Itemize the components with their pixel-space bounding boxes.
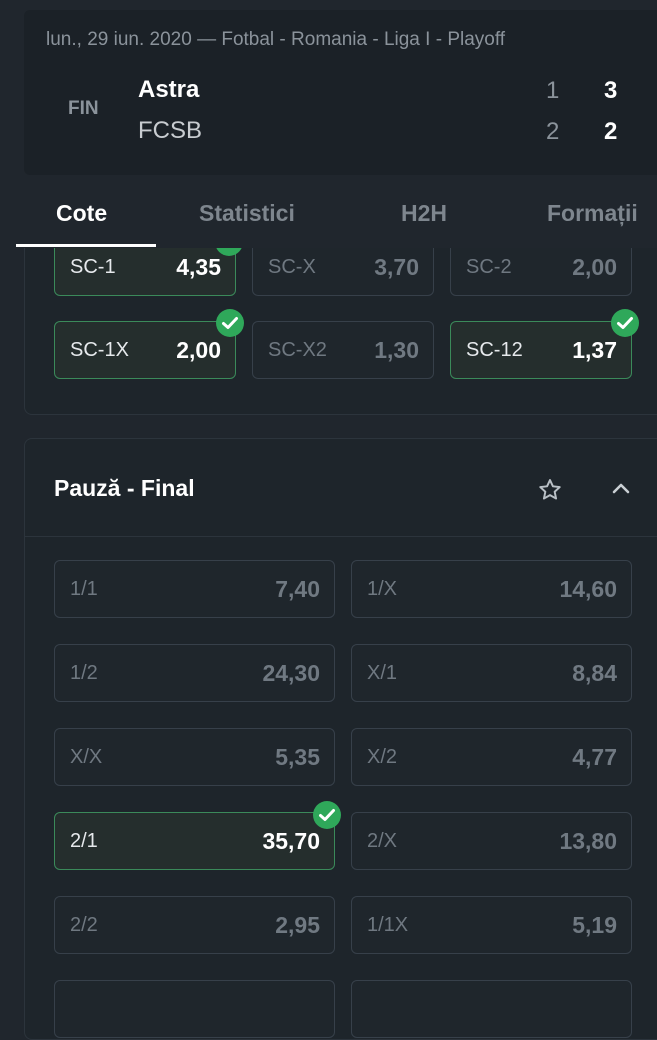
odd-value: 13,80 <box>559 828 617 854</box>
market-panel-sansa-dubla: SC-1 4,35 SC-X 3,70 SC-2 2,00 SC-1X 2,00… <box>24 248 657 415</box>
odd-label: SC-X2 <box>268 339 327 361</box>
market-title: Pauză - Final <box>54 475 195 501</box>
odd-button[interactable]: 2/1 35,70 <box>54 812 335 870</box>
odd-value: 1,30 <box>374 337 419 363</box>
odd-button[interactable]: SC-X2 1,30 <box>252 321 434 379</box>
odd-button[interactable]: 1/2 24,30 <box>54 644 335 702</box>
odd-value: 14,60 <box>559 576 617 602</box>
odd-value: 35,70 <box>262 828 320 854</box>
odd-button[interactable]: 2/X 13,80 <box>351 812 632 870</box>
tab-h2h[interactable]: H2H <box>401 200 447 227</box>
odd-button[interactable]: SC-1X 2,00 <box>54 321 236 379</box>
odd-button[interactable] <box>351 980 632 1038</box>
odd-label: 2/X <box>367 830 398 852</box>
odd-value: 1,37 <box>572 337 617 363</box>
odd-value: 3,70 <box>374 254 419 280</box>
market-header[interactable]: Pauză - Final <box>25 439 657 537</box>
odd-label: 2/2 <box>70 914 98 936</box>
star-icon[interactable] <box>537 477 563 503</box>
odd-label: X/X <box>70 746 103 768</box>
home-final-score: 3 <box>604 77 618 104</box>
market-panel-pauza-final: Pauză - Final 1/1 7,40 1/X 14,60 1/2 24,… <box>24 438 657 1040</box>
odd-label: SC-1 <box>70 256 116 278</box>
odd-button[interactable]: SC-2 2,00 <box>450 248 632 296</box>
odd-label: X/1 <box>367 662 398 684</box>
odd-label: 1/X <box>367 578 398 600</box>
odd-value: 5,35 <box>275 744 320 770</box>
home-team-name: Astra <box>138 76 200 103</box>
odd-value: 8,84 <box>572 660 617 686</box>
home-halftime-score: 1 <box>546 77 560 104</box>
odd-button[interactable]: X/X 5,35 <box>54 728 335 786</box>
odd-button[interactable]: SC-X 3,70 <box>252 248 434 296</box>
odd-button[interactable]: X/1 8,84 <box>351 644 632 702</box>
odd-value: 24,30 <box>262 660 320 686</box>
tab-bar: Cote Statistici H2H Formații <box>16 188 657 248</box>
odd-value: 7,40 <box>275 576 320 602</box>
odd-value: 2,00 <box>572 254 617 280</box>
check-icon <box>611 309 639 337</box>
odd-label: X/2 <box>367 746 398 768</box>
match-meta: lun., 29 iun. 2020 — Fotbal - Romania - … <box>46 29 506 50</box>
away-final-score: 2 <box>604 118 618 145</box>
odd-label: SC-2 <box>466 256 512 278</box>
chevron-up-icon[interactable] <box>609 477 633 501</box>
odd-label: 1/2 <box>70 662 98 684</box>
odd-label: SC-X <box>268 256 316 278</box>
odd-button[interactable]: 1/1 7,40 <box>54 560 335 618</box>
odd-button[interactable]: 1/1X 5,19 <box>351 896 632 954</box>
odd-button[interactable]: 2/2 2,95 <box>54 896 335 954</box>
odd-value: 4,77 <box>572 744 617 770</box>
odd-label: 2/1 <box>70 830 98 852</box>
match-status: FIN <box>68 98 99 119</box>
odd-value: 2,00 <box>176 337 221 363</box>
odd-label: 1/1 <box>70 578 98 600</box>
odd-label: SC-12 <box>466 339 523 361</box>
tab-statistici[interactable]: Statistici <box>199 200 295 227</box>
tab-cote[interactable]: Cote <box>56 200 107 227</box>
odd-value: 5,19 <box>572 912 617 938</box>
match-header: lun., 29 iun. 2020 — Fotbal - Romania - … <box>24 10 657 175</box>
away-team-name: FCSB <box>138 117 203 144</box>
odd-label: SC-1X <box>70 339 129 361</box>
odd-value: 2,95 <box>275 912 320 938</box>
odd-button[interactable]: X/2 4,77 <box>351 728 632 786</box>
odd-button[interactable]: SC-1 4,35 <box>54 248 236 296</box>
away-halftime-score: 2 <box>546 118 560 145</box>
active-tab-indicator <box>16 244 156 247</box>
check-icon <box>313 801 341 829</box>
odd-button[interactable]: 1/X 14,60 <box>351 560 632 618</box>
odd-label: 1/1X <box>367 914 409 936</box>
tab-formatii[interactable]: Formații <box>547 200 638 227</box>
odd-button[interactable]: SC-12 1,37 <box>450 321 632 379</box>
odd-value: 4,35 <box>176 254 221 280</box>
odd-button[interactable] <box>54 980 335 1038</box>
check-icon <box>216 309 244 337</box>
